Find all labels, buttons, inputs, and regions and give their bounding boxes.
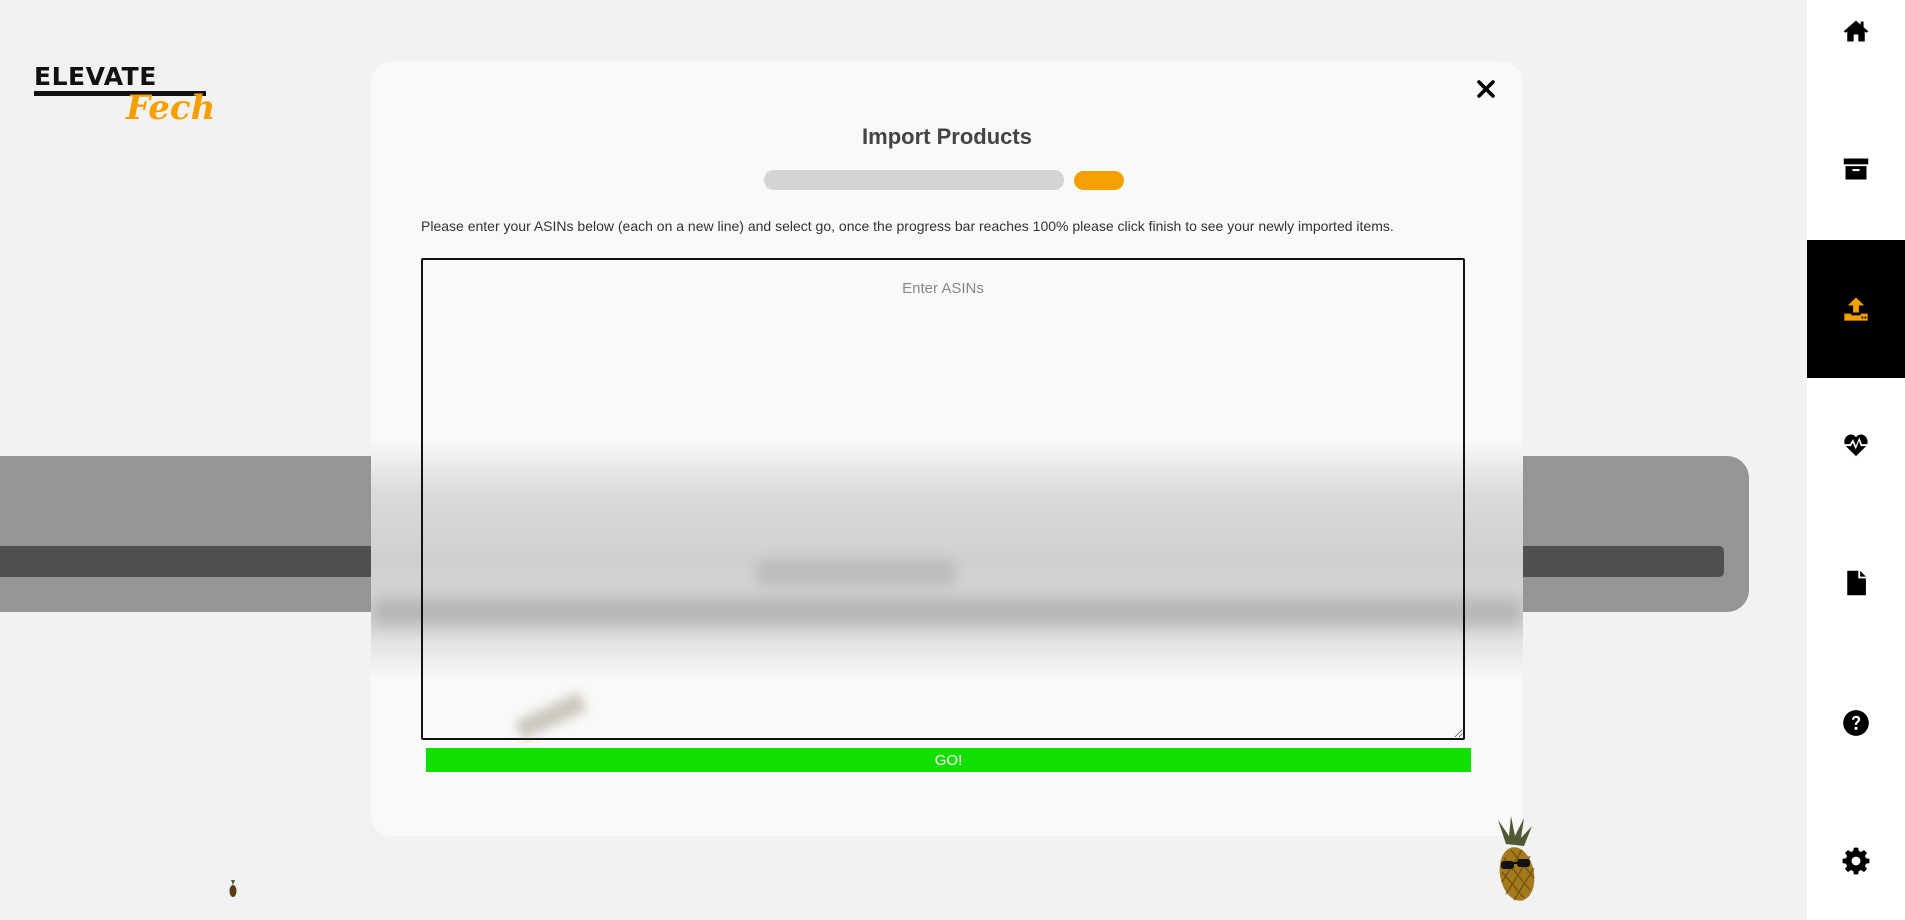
sidebar-item-health[interactable] [1807, 376, 1905, 514]
heartbeat-icon [1844, 434, 1868, 457]
file-icon [1847, 570, 1866, 596]
sidebar-item-help[interactable] [1807, 654, 1905, 792]
go-button[interactable]: GO! [426, 748, 1471, 772]
sidebar-item-settings[interactable] [1807, 792, 1905, 920]
logo-word-fech: Fech [126, 88, 216, 128]
question-icon [1843, 710, 1869, 736]
archive-icon [1843, 158, 1869, 180]
home-icon [1843, 20, 1869, 42]
instructions-text: Please enter your ASINs below (each on a… [421, 218, 1394, 234]
progress-bar [764, 170, 1064, 190]
pineapple-sunglasses-icon [1498, 816, 1535, 901]
sidebar-item-home[interactable] [1807, 0, 1905, 100]
upload-icon [1844, 297, 1868, 321]
sidebar-item-documents[interactable] [1807, 514, 1905, 652]
close-icon [1477, 80, 1495, 98]
gear-icon [1842, 847, 1870, 875]
sidebar-item-archive[interactable] [1807, 100, 1905, 238]
logo[interactable]: ELEVATE Fech [34, 62, 215, 128]
close-button[interactable] [1471, 74, 1501, 104]
modal-title: Import Products [862, 124, 1032, 149]
asin-input[interactable] [421, 258, 1465, 740]
sidebar [1807, 0, 1905, 920]
decorative-bug-icon [229, 880, 237, 897]
sidebar-item-import[interactable] [1807, 240, 1905, 378]
page: ELEVATE Fech Import Products Please ente… [0, 0, 1905, 920]
progress-indicator [1074, 171, 1124, 190]
logo-word-elevate: ELEVATE [34, 62, 157, 91]
